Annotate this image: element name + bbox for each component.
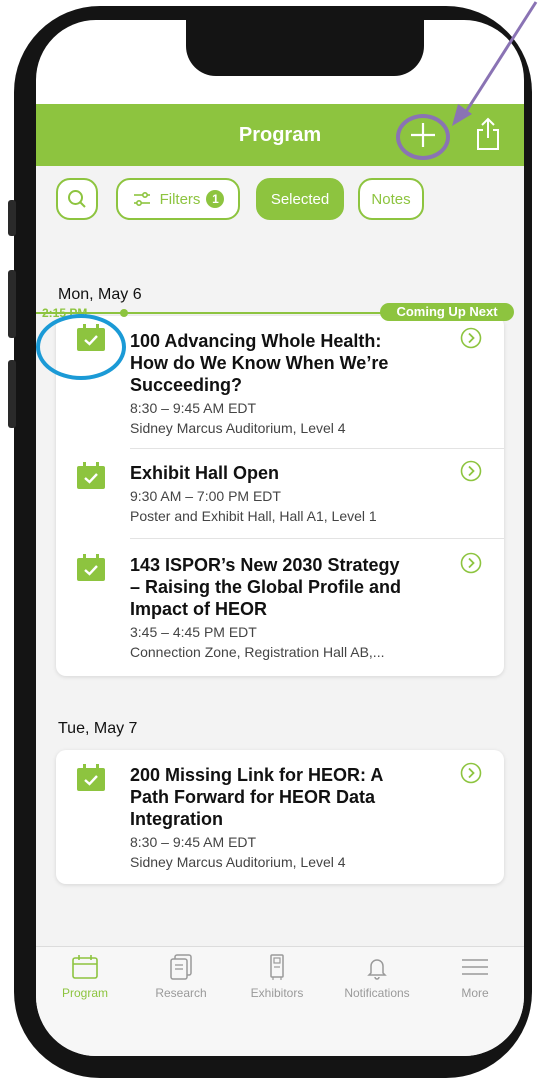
tab-label: Research xyxy=(155,986,207,1000)
day-header: Tue, May 7 xyxy=(58,720,138,737)
tab-more[interactable]: More xyxy=(430,954,520,1000)
session-title-line: Integration xyxy=(130,809,223,829)
tab-label: Notifications xyxy=(344,986,410,1000)
filters-label: Filters xyxy=(159,190,201,208)
session-location: Sidney Marcus Auditorium, Level 4 xyxy=(130,420,346,436)
session-time: 8:30 – 9:45 AM EDT xyxy=(130,834,257,850)
documents-icon xyxy=(170,954,192,980)
annotation-circle xyxy=(36,314,126,380)
tab-research[interactable]: Research xyxy=(136,954,226,1000)
chevron-right-circle-icon[interactable] xyxy=(460,762,482,784)
current-time-dot xyxy=(120,309,128,317)
day-header: Mon, May 6 xyxy=(58,286,142,303)
annotation-arrow-icon xyxy=(452,1,538,126)
search-button[interactable] xyxy=(56,178,98,220)
chevron-right-circle-icon[interactable] xyxy=(460,460,482,482)
tab-label: More xyxy=(461,986,489,1000)
tab-label: Program xyxy=(61,986,108,1000)
session-title: 143 ISPOR’s New 2030 Strategy – Raising … xyxy=(130,554,450,620)
session-title-line: Exhibit Hall Open xyxy=(130,463,280,483)
volume-up-button xyxy=(8,270,16,338)
tab-notifications[interactable]: Notifications xyxy=(332,954,422,1000)
session-title-line: How do We Know When We’re xyxy=(130,353,389,373)
session-title-line: Impact of HEOR xyxy=(130,599,268,619)
tab-label: Exhibitors xyxy=(250,986,304,1000)
session-time: 9:30 AM – 7:00 PM EDT xyxy=(130,488,281,504)
volume-down-button xyxy=(8,360,16,428)
session-title-line: Succeeding? xyxy=(130,375,243,395)
session-title-line: Path Forward for HEOR Data xyxy=(130,787,376,807)
bell-icon xyxy=(367,959,387,980)
filters-count-badge: 1 xyxy=(206,190,225,208)
chevron-right-circle-icon[interactable] xyxy=(460,327,482,349)
row-divider xyxy=(130,538,504,539)
booth-icon xyxy=(270,954,284,980)
session-location: Connection Zone, Registration Hall AB,..… xyxy=(130,644,385,660)
calendar-icon xyxy=(72,955,98,979)
tab-program[interactable]: Program xyxy=(40,954,130,1000)
calendar-check-icon[interactable] xyxy=(76,764,106,792)
session-location: Poster and Exhibit Hall, Hall A1, Level … xyxy=(130,508,377,524)
chevron-right-circle-icon[interactable] xyxy=(460,552,482,574)
search-icon xyxy=(68,190,86,208)
session-title: Exhibit Hall Open xyxy=(130,462,450,484)
session-time: 3:45 – 4:45 PM EDT xyxy=(130,624,257,640)
coming-up-next-badge: Coming Up Next xyxy=(380,303,514,321)
filters-button[interactable]: Filters 1 xyxy=(116,178,240,220)
mute-switch xyxy=(8,200,16,236)
selected-button[interactable]: Selected xyxy=(256,178,344,220)
menu-icon xyxy=(462,959,488,975)
session-title-line: 100 Advancing Whole Health: xyxy=(130,331,382,351)
notes-button[interactable]: Notes xyxy=(358,178,424,220)
notch xyxy=(186,20,424,76)
session-location: Sidney Marcus Auditorium, Level 4 xyxy=(130,854,346,870)
session-title-line: – Raising the Global Profile and xyxy=(130,577,402,597)
session-title: 100 Advancing Whole Health: How do We Kn… xyxy=(130,330,450,396)
session-title-line: 143 ISPOR’s New 2030 Strategy xyxy=(130,555,400,575)
calendar-check-icon[interactable] xyxy=(76,554,106,582)
session-title: 200 Missing Link for HEOR: A Path Forwar… xyxy=(130,764,450,830)
row-divider xyxy=(130,448,504,449)
tab-exhibitors[interactable]: Exhibitors xyxy=(232,954,322,1000)
sliders-icon xyxy=(133,191,150,207)
session-time: 8:30 – 9:45 AM EDT xyxy=(130,400,257,416)
phone-screen: Program Filters 1 Selected Notes Mon, Ma… xyxy=(36,20,524,1056)
session-title-line: 200 Missing Link for HEOR: A xyxy=(130,765,384,785)
calendar-check-icon[interactable] xyxy=(76,462,106,490)
